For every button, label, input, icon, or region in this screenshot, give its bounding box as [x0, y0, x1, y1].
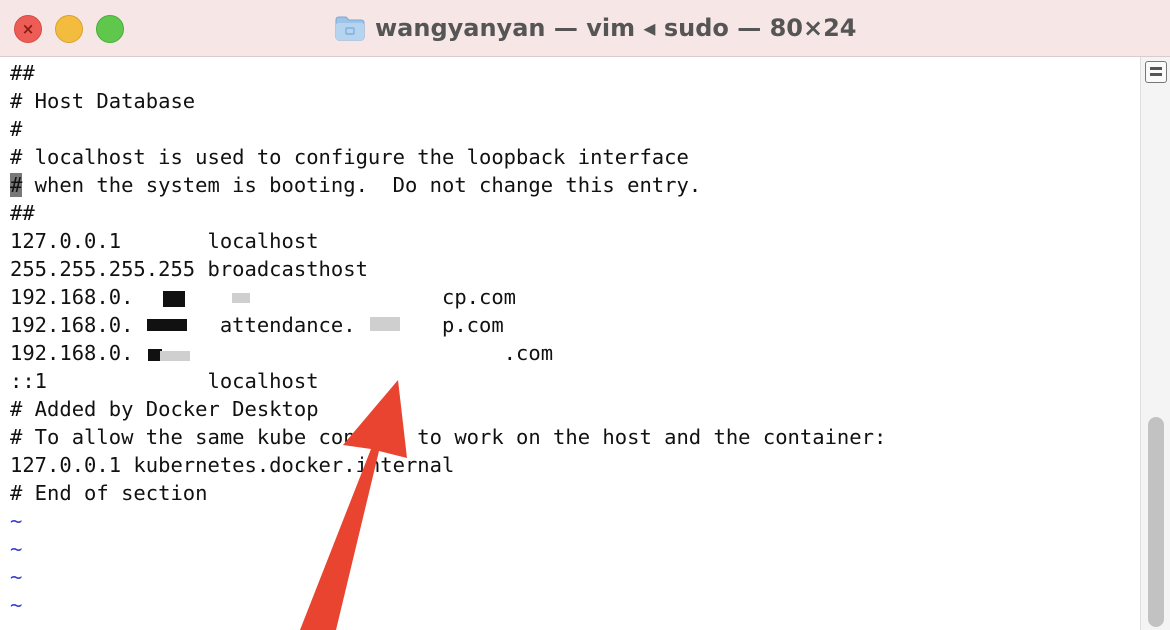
redaction-mark: [160, 351, 190, 361]
scrollbar-menu-icon[interactable]: [1145, 61, 1167, 83]
empty-line-marker: ~: [10, 509, 23, 533]
editor-line-cursor: # when the system is booting. Do not cha…: [10, 171, 701, 199]
empty-line-marker: ~: [10, 537, 23, 561]
redaction-mark: [232, 293, 250, 303]
editor-line: 192.168.0. .com: [10, 341, 554, 365]
editor-line: 192.168.0. attendance. p.com: [10, 313, 504, 337]
folder-icon: [335, 16, 365, 41]
editor-line: #: [10, 117, 23, 141]
editor-line: # localhost is used to configure the loo…: [10, 145, 689, 169]
editor-line: 127.0.0.1 localhost: [10, 229, 319, 253]
vim-editor[interactable]: ## # Host Database # # localhost is used…: [0, 57, 1140, 630]
redaction-mark: [147, 319, 187, 331]
editor-line: 192.168.0. cp.com: [10, 285, 517, 309]
editor-line: ::1 localhost: [10, 369, 319, 393]
editor-line: # End of section: [10, 481, 208, 505]
title-bar[interactable]: × wangyanyan — vim ◂ sudo — 80×24: [0, 0, 1170, 57]
editor-line: ##: [10, 61, 35, 85]
text-cursor: #: [10, 173, 23, 197]
empty-line-marker: ~: [10, 565, 23, 589]
editor-line: 255.255.255.255 broadcasthost: [10, 257, 368, 281]
scrollbar-thumb[interactable]: [1148, 417, 1164, 627]
window-title: wangyanyan — vim ◂ sudo — 80×24: [375, 14, 857, 42]
empty-line-marker: ~: [10, 593, 23, 617]
terminal-window: × wangyanyan — vim ◂ sudo — 80×24 ## # H…: [0, 0, 1170, 630]
editor-line-text: when the system is booting. Do not chang…: [22, 173, 702, 197]
close-icon: ×: [21, 20, 35, 38]
close-button[interactable]: ×: [14, 15, 42, 43]
zoom-button[interactable]: [96, 15, 124, 43]
editor-line: # To allow the same kube context to work…: [10, 425, 887, 449]
editor-line: 127.0.0.1 kubernetes.docker.internal: [10, 453, 455, 477]
editor-line: ##: [10, 201, 35, 225]
redaction-mark: [370, 317, 400, 331]
window-title-group: wangyanyan — vim ◂ sudo — 80×24: [335, 10, 857, 46]
editor-line: # Host Database: [10, 89, 196, 113]
vertical-scrollbar[interactable]: [1140, 57, 1170, 630]
editor-line: # Added by Docker Desktop: [10, 397, 319, 421]
redaction-mark: [163, 291, 185, 307]
minimize-button[interactable]: [55, 15, 83, 43]
